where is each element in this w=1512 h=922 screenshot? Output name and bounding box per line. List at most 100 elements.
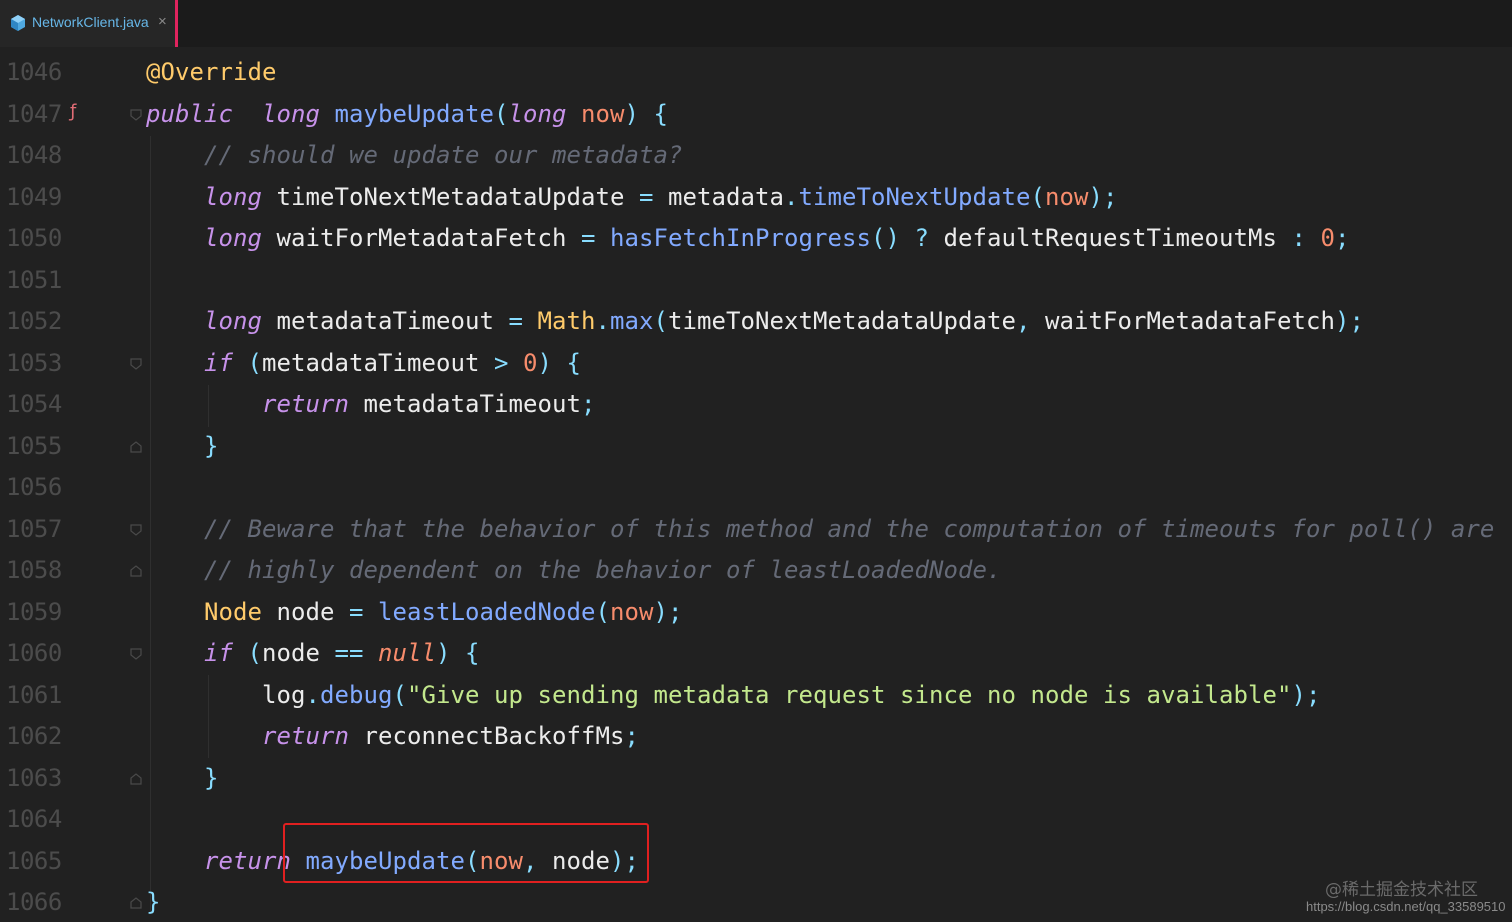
- code-token: 0: [523, 348, 538, 377]
- code-token: maybeUpdate: [334, 99, 494, 128]
- code-token: :: [1291, 224, 1306, 252]
- code-token: if: [204, 348, 233, 377]
- code-text: long metadataTimeout = Math.max(timeToNe…: [146, 307, 1364, 335]
- code-token: =: [580, 224, 596, 252]
- code-token: ): [436, 639, 451, 667]
- code-line[interactable]: 1046 @Override: [0, 53, 1512, 95]
- line-number: 1060: [6, 639, 62, 667]
- code-editor-window: NetworkClient.java × 1046 @Override 1047 pu…: [0, 0, 1512, 922]
- line-number: 1054: [6, 390, 62, 418]
- code-token: ,: [1015, 307, 1031, 335]
- code-token: (: [247, 639, 262, 667]
- code-token: timeToNextMetadataUpdate: [262, 182, 639, 211]
- code-area[interactable]: 1046 @Override 1047 public long maybeUpdate…: [0, 53, 1512, 922]
- code-line[interactable]: 1053 if (metadataTimeout > 0) {: [0, 344, 1512, 386]
- code-token: metadataTimeout: [262, 307, 509, 335]
- code-token: (: [392, 680, 407, 709]
- code-line[interactable]: 1063 }: [0, 759, 1512, 801]
- code-token: {: [566, 348, 581, 377]
- line-number: 1050: [6, 224, 62, 252]
- code-token: now: [581, 99, 625, 128]
- code-token: }: [204, 431, 219, 460]
- code-line[interactable]: 1066}: [0, 883, 1512, 922]
- code-line[interactable]: 1059 Node node = leastLoadedNode(now);: [0, 593, 1512, 635]
- code-token: }: [204, 763, 219, 792]
- code-line[interactable]: 1061 log.debug("Give up sending metadata…: [0, 676, 1512, 718]
- code-text: return reconnectBackoffMs;: [146, 722, 639, 750]
- code-token: timeToNextMetadataUpdate: [668, 307, 1016, 335]
- fold-marker-icon[interactable]: [129, 772, 143, 786]
- fold-marker-icon[interactable]: [129, 647, 143, 661]
- fold-marker-icon[interactable]: [129, 357, 143, 371]
- code-text: log.debug("Give up sending metadata requ…: [146, 681, 1320, 709]
- fold-marker-icon[interactable]: [129, 564, 143, 578]
- code-token: @Override: [146, 58, 277, 86]
- line-number: 1052: [6, 307, 62, 335]
- code-line[interactable]: 1052 long metadataTimeout = Math.max(tim…: [0, 302, 1512, 344]
- code-token: ==: [334, 639, 364, 667]
- fold-marker-icon[interactable]: [129, 896, 143, 910]
- code-line[interactable]: 1058 // highly dependent on the behavior…: [0, 551, 1512, 593]
- code-token: now: [610, 597, 654, 626]
- code-line[interactable]: 1055 }: [0, 427, 1512, 469]
- code-token: long: [204, 307, 262, 335]
- code-token: max: [610, 307, 654, 335]
- code-line[interactable]: 1057 // Beware that the behavior of this…: [0, 510, 1512, 552]
- tab-networkclient[interactable]: NetworkClient.java ×: [0, 0, 178, 47]
- fold-marker-icon[interactable]: [129, 523, 143, 537]
- code-token: (): [870, 224, 900, 252]
- line-number: 1057: [6, 514, 62, 543]
- line-number: 1047: [6, 99, 62, 128]
- code-token: "Give up sending metadata request since …: [407, 680, 1292, 709]
- code-line[interactable]: 1051: [0, 261, 1512, 303]
- line-number: 1048: [6, 141, 62, 169]
- code-token: return: [204, 846, 291, 875]
- override-marker-icon[interactable]: ƒ: [70, 101, 76, 122]
- close-icon[interactable]: ×: [158, 13, 167, 30]
- code-line[interactable]: 1065 return maybeUpdate(now, node);: [0, 842, 1512, 884]
- code-line[interactable]: 1054 return metadataTimeout;: [0, 385, 1512, 427]
- code-line[interactable]: 1047 public long maybeUpdate(long now) {: [0, 95, 1512, 137]
- line-number: 1049: [6, 182, 62, 211]
- code-text: // highly dependent on the behavior of l…: [146, 556, 1001, 584]
- code-line[interactable]: 1060 if (node == null) {: [0, 634, 1512, 676]
- line-number: 1062: [6, 722, 62, 750]
- code-token: (: [653, 307, 668, 335]
- fold-marker-icon[interactable]: [129, 108, 143, 122]
- line-number: 1055: [6, 431, 62, 460]
- code-token: ;: [1334, 224, 1350, 252]
- code-token: return: [262, 390, 349, 418]
- code-line[interactable]: 1056: [0, 468, 1512, 510]
- code-line[interactable]: 1062 return reconnectBackoffMs;: [0, 717, 1512, 759]
- tab-label: NetworkClient.java: [32, 14, 149, 30]
- line-number: 1058: [6, 556, 62, 584]
- code-token: waitForMetadataFetch: [262, 224, 581, 252]
- code-line[interactable]: 1049 long timeToNextMetadataUpdate = met…: [0, 178, 1512, 220]
- fold-marker-icon[interactable]: [129, 440, 143, 454]
- line-number: 1063: [6, 763, 62, 792]
- code-token: now: [1044, 182, 1089, 211]
- code-token: (: [247, 348, 262, 377]
- line-number: 1053: [6, 348, 62, 377]
- code-token: log: [146, 680, 306, 709]
- code-text: if (node == null) {: [146, 639, 480, 667]
- code-token: );: [1334, 307, 1364, 335]
- code-token: }: [146, 888, 161, 916]
- line-number: 1066: [6, 888, 62, 916]
- code-line[interactable]: 1050 long waitForMetadataFetch = hasFetc…: [0, 219, 1512, 261]
- code-line[interactable]: 1048 // should we update our metadata?: [0, 136, 1512, 178]
- code-token: null: [378, 639, 436, 667]
- code-token: ): [537, 348, 552, 377]
- code-line[interactable]: 1064: [0, 800, 1512, 842]
